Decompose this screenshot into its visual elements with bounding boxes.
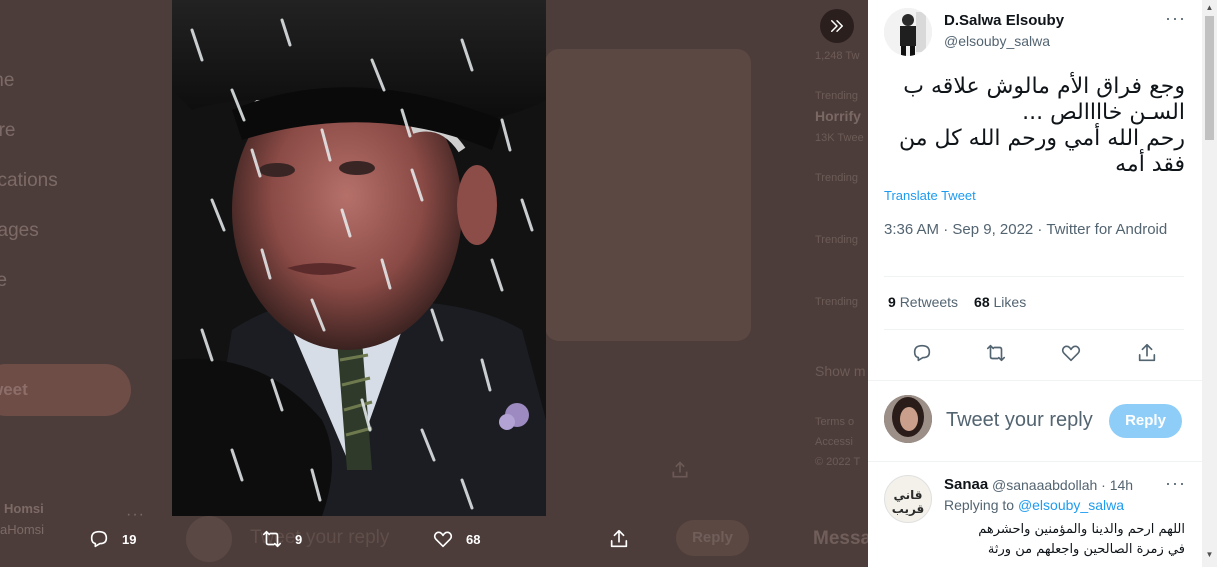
- bg-reply-button: Reply: [676, 520, 749, 556]
- reply-text-line: في زمرة الصالحين واجعلهم من ورثة: [987, 542, 1185, 557]
- reply-avatar-text: قاني قريب: [891, 488, 925, 516]
- collapse-panel-button[interactable]: [820, 9, 854, 43]
- media-share-button[interactable]: [608, 528, 630, 550]
- bg-side-item: Show m: [815, 363, 866, 379]
- retweet-icon[interactable]: [985, 342, 1007, 364]
- my-avatar-image: [884, 395, 932, 443]
- bg-tweet-button: weet: [0, 364, 131, 416]
- bg-side-item: Terms o: [815, 416, 855, 428]
- divider: [884, 276, 1184, 277]
- bg-more-icon: ···: [126, 506, 145, 523]
- nav-explore: ore: [0, 120, 16, 141]
- bg-second-photo: [545, 49, 751, 341]
- bg-side-item: 1,248 Tw: [815, 50, 860, 62]
- bg-user-name: Homsi: [4, 501, 44, 516]
- reply-input[interactable]: Tweet your reply: [946, 409, 1093, 432]
- replying-to-handle[interactable]: @elsouby_salwa: [1018, 497, 1124, 513]
- bg-side-item: Trending: [815, 172, 859, 184]
- reply-icon: [90, 530, 108, 548]
- likes-count: 68: [974, 294, 990, 310]
- media-reply-button[interactable]: 19: [88, 528, 136, 550]
- tweet-text-line: السـن خاااالص ...: [1022, 100, 1185, 125]
- scroll-thumb[interactable]: [1205, 16, 1214, 140]
- bg-side-item: Accessi: [815, 436, 853, 448]
- translate-tweet-link[interactable]: Translate Tweet: [884, 188, 976, 203]
- reply-icon[interactable]: [911, 342, 933, 364]
- divider: [868, 380, 1202, 381]
- tweet-text-line: رحم الله أمي ورحم الله كل من: [899, 126, 1185, 151]
- retweets-count: 9: [888, 294, 896, 310]
- nav-home: me: [0, 70, 15, 91]
- heart-icon: [433, 531, 453, 548]
- author-handle[interactable]: @elsouby_salwa: [944, 33, 1050, 49]
- share-icon: [610, 529, 628, 548]
- scroll-up-arrow-icon[interactable]: ▲: [1205, 3, 1214, 13]
- my-avatar[interactable]: [884, 395, 932, 443]
- reply-author-name[interactable]: Sanaa: [944, 476, 988, 493]
- likes-label: Likes: [993, 294, 1027, 310]
- share-icon[interactable]: [1136, 342, 1158, 364]
- author-avatar[interactable]: [884, 8, 932, 56]
- replying-to-label: Replying to: [944, 497, 1015, 513]
- divider: [868, 461, 1202, 462]
- tweet-text-line: وجع فراق الأم مالوش علاقه ب: [903, 74, 1185, 99]
- panel-scrollbar[interactable]: ▲ ▼: [1202, 0, 1217, 567]
- author-avatar-image: [884, 8, 932, 56]
- retweets-stat[interactable]: 9 Retweets: [888, 294, 958, 310]
- tweet-text: وجع فراق الأم مالوش علاقه ب السـن خاااال…: [882, 74, 1185, 178]
- tweet-stats: 9 Retweets 68 Likes: [888, 294, 1026, 310]
- retweets-label: Retweets: [899, 294, 959, 310]
- reply-author-handle[interactable]: @sanaaabdollah · 14h: [992, 477, 1133, 493]
- tweet-text-line: فقد أمه: [1115, 152, 1185, 177]
- nav-messages: sages: [0, 220, 39, 241]
- reply-more-options-icon[interactable]: ···: [1165, 473, 1186, 494]
- replying-to: Replying to @elsouby_salwa: [944, 497, 1124, 513]
- scroll-down-arrow-icon[interactable]: ▼: [1205, 550, 1214, 560]
- likes-stat[interactable]: 68 Likes: [974, 294, 1026, 310]
- bg-side-item: 13K Twee: [815, 132, 864, 144]
- bg-user-handle: aHomsi: [0, 522, 45, 537]
- tweet-photo[interactable]: [172, 0, 546, 516]
- reply-text-line: اللهم ارحم والدينا والمؤمنين واحشرهم: [978, 522, 1185, 537]
- nav-notifications: fications: [0, 170, 58, 191]
- reply-author-avatar[interactable]: قاني قريب: [884, 475, 932, 523]
- double-chevron-right-icon: [831, 20, 843, 32]
- bg-share-icon: [672, 461, 688, 478]
- bg-side-item: Horrify: [815, 108, 861, 124]
- bg-messages-label: Messa: [813, 528, 868, 549]
- more-options-icon[interactable]: ···: [1165, 8, 1186, 29]
- reply-text: اللهم ارحم والدينا والمؤمنين واحشرهم في …: [915, 520, 1185, 560]
- author-name[interactable]: D.Salwa Elsouby: [944, 12, 1064, 29]
- media-like-button[interactable]: 68: [432, 528, 480, 550]
- tweet-meta: 3:36 AM · Sep 9, 2022 · Twitter for Andr…: [884, 221, 1168, 238]
- reply-button[interactable]: Reply: [1109, 404, 1182, 438]
- bg-side-item: Trending: [815, 234, 859, 246]
- nav-profile: ile: [0, 270, 8, 291]
- bg-side-item: Trending: [815, 90, 859, 102]
- retweet-icon: [262, 530, 282, 548]
- heart-icon[interactable]: [1060, 342, 1082, 364]
- bg-avatar: [186, 516, 232, 562]
- media-retweet-button[interactable]: 9: [261, 528, 302, 550]
- photo-image: [172, 0, 546, 516]
- media-like-count: 68: [466, 531, 481, 547]
- media-retweet-count: 9: [295, 531, 303, 547]
- media-reply-count: 19: [122, 531, 137, 547]
- divider: [884, 329, 1184, 330]
- bg-side-item: © 2022 T: [815, 456, 861, 468]
- bg-side-item: Trending: [815, 296, 859, 308]
